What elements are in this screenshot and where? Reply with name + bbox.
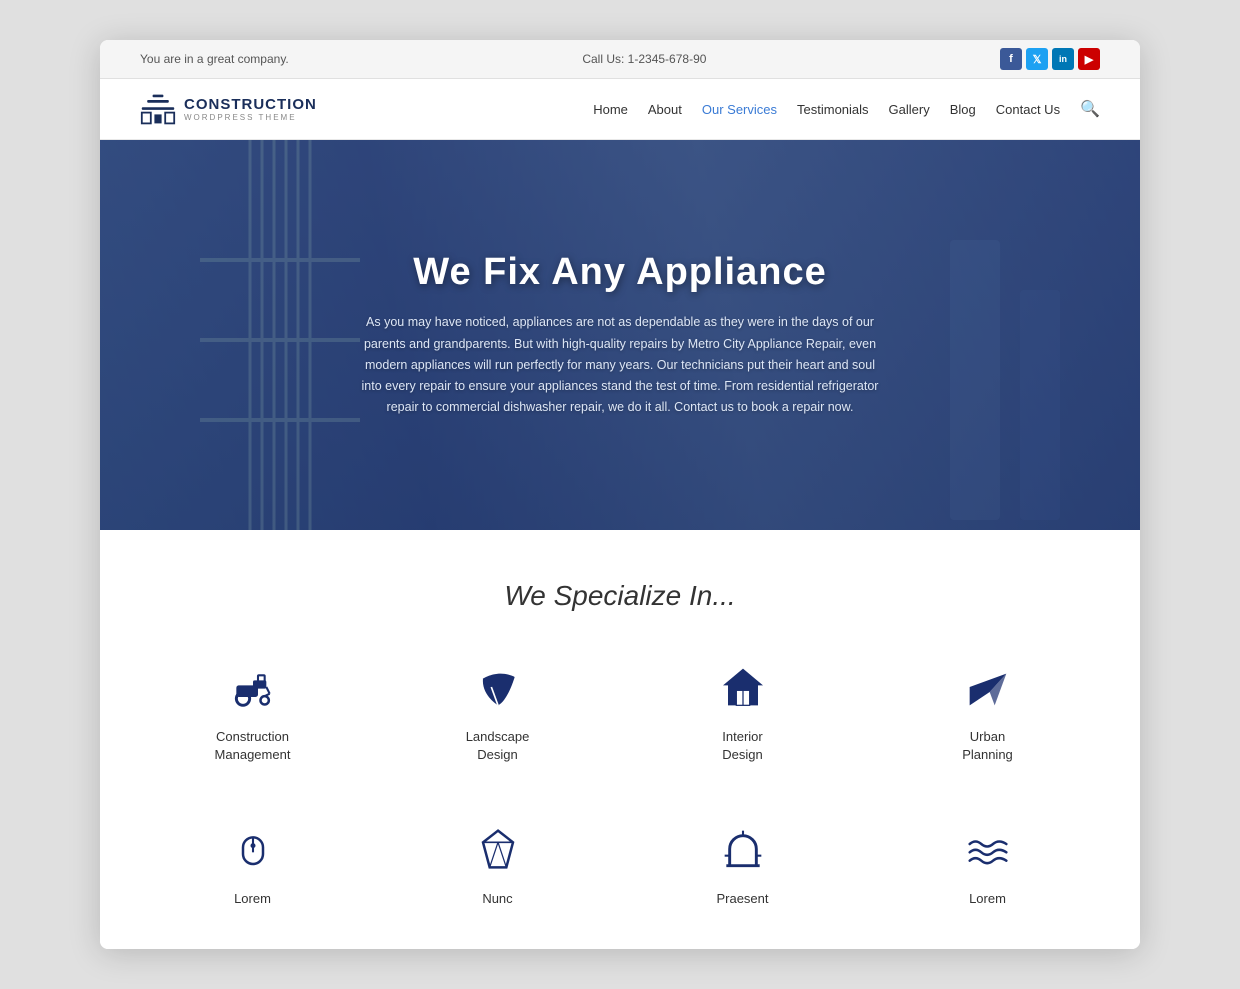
nav-contact[interactable]: Contact Us xyxy=(996,102,1060,117)
logo-subtitle: WORDPRESS THEME xyxy=(184,113,317,122)
service-lorem-1: Lorem xyxy=(140,814,365,918)
service-label-praesent: Praesent xyxy=(716,890,768,908)
phone-number: Call Us: 1-2345-678-90 xyxy=(582,52,706,66)
service-landscape-design: LandscapeDesign xyxy=(385,652,610,774)
services-grid-row2: Lorem Nunc xyxy=(140,814,1100,918)
nav-links: Home About Our Services Testimonials Gal… xyxy=(593,99,1100,119)
nav-our-services[interactable]: Our Services xyxy=(702,102,777,117)
logo-icon xyxy=(140,91,176,127)
service-construction-management: ConstructionManagement xyxy=(140,652,365,774)
nav-testimonials[interactable]: Testimonials xyxy=(797,102,869,117)
specialize-title: We Specialize In... xyxy=(140,580,1100,612)
specialize-section: We Specialize In... ConstructionManageme… xyxy=(100,530,1140,949)
hero-title: We Fix Any Appliance xyxy=(360,251,880,294)
social-links: f 𝕏 in ▶ xyxy=(1000,48,1100,70)
service-lorem-2: Lorem xyxy=(875,814,1100,918)
facebook-icon[interactable]: f xyxy=(1000,48,1022,70)
linkedin-icon[interactable]: in xyxy=(1052,48,1074,70)
logo-name: CONSTRUCTION xyxy=(184,96,317,113)
service-label-interior: InteriorDesign xyxy=(722,728,762,764)
service-praesent: Praesent xyxy=(630,814,855,918)
nav-gallery[interactable]: Gallery xyxy=(889,102,930,117)
twitter-icon[interactable]: 𝕏 xyxy=(1026,48,1048,70)
nav-about[interactable]: About xyxy=(648,102,682,117)
gem-icon xyxy=(473,824,523,874)
hero-description: As you may have noticed, appliances are … xyxy=(360,312,880,418)
mouse-icon xyxy=(228,824,278,874)
service-urban-planning: UrbanPlanning xyxy=(875,652,1100,774)
service-label-construction: ConstructionManagement xyxy=(215,728,291,764)
leaf-icon xyxy=(473,662,523,712)
service-nunc: Nunc xyxy=(385,814,610,918)
service-label-landscape: LandscapeDesign xyxy=(466,728,530,764)
logo-text: CONSTRUCTION WORDPRESS THEME xyxy=(184,96,317,122)
company-tagline: You are in a great company. xyxy=(140,52,289,66)
house-icon xyxy=(718,662,768,712)
logo[interactable]: CONSTRUCTION WORDPRESS THEME xyxy=(140,91,317,127)
top-bar: You are in a great company. Call Us: 1-2… xyxy=(100,40,1140,79)
waves-icon xyxy=(963,824,1013,874)
tractor-icon xyxy=(228,662,278,712)
service-label-lorem2: Lorem xyxy=(969,890,1006,908)
nav-bar: CONSTRUCTION WORDPRESS THEME Home About … xyxy=(100,79,1140,140)
service-label-lorem1: Lorem xyxy=(234,890,271,908)
arch-icon xyxy=(718,824,768,874)
hero-section: We Fix Any Appliance As you may have not… xyxy=(100,140,1140,530)
hero-content: We Fix Any Appliance As you may have not… xyxy=(340,251,900,418)
search-icon[interactable]: 🔍 xyxy=(1080,99,1100,119)
nav-home[interactable]: Home xyxy=(593,102,628,117)
service-label-nunc: Nunc xyxy=(482,890,512,908)
service-label-urban: UrbanPlanning xyxy=(962,728,1013,764)
services-grid-row1: ConstructionManagement LandscapeDesign xyxy=(140,652,1100,774)
send-icon xyxy=(963,662,1013,712)
nav-blog[interactable]: Blog xyxy=(950,102,976,117)
browser-window: You are in a great company. Call Us: 1-2… xyxy=(100,40,1140,949)
youtube-icon[interactable]: ▶ xyxy=(1078,48,1100,70)
service-interior-design: InteriorDesign xyxy=(630,652,855,774)
